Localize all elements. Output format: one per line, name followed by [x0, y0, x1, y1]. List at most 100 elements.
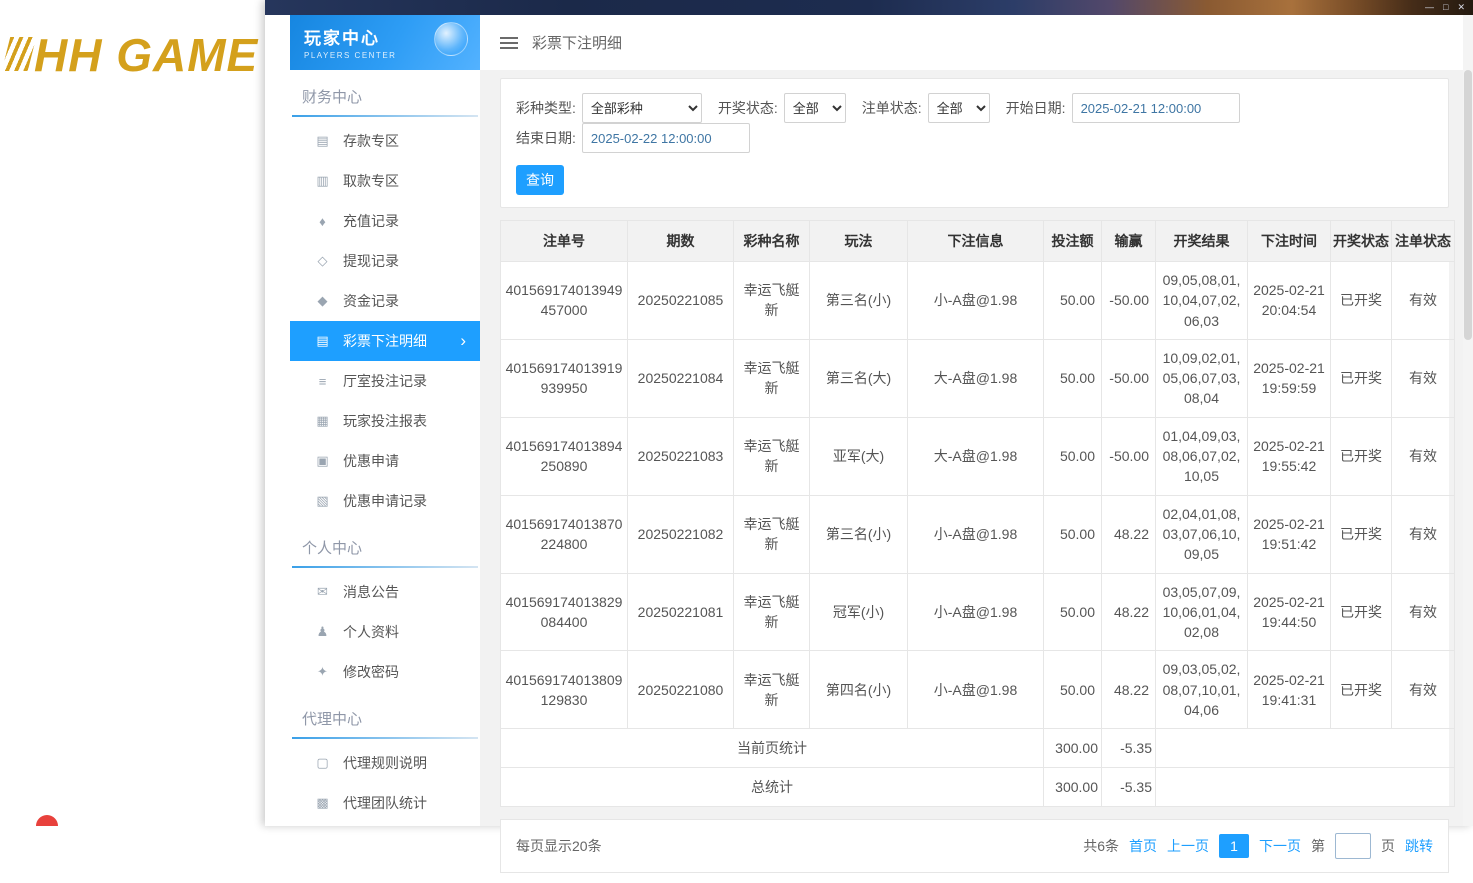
sidebar-section-personal: 个人中心: [302, 540, 363, 557]
order-status-select[interactable]: 全部: [927, 93, 990, 123]
cell-bet-id: 401569174013809129830: [500, 650, 628, 730]
prev-page-link[interactable]: 上一页: [1167, 836, 1209, 856]
sidebar-item-promo-apply-record[interactable]: ▧ 优惠申请记录: [290, 481, 480, 521]
cell-bet-amount: 50.00: [1043, 650, 1102, 730]
cell-draw-status: 已开奖: [1330, 261, 1392, 340]
summary-win-loss-total: -5.35: [1101, 767, 1156, 808]
maximize-icon[interactable]: □: [1443, 1, 1448, 13]
sidebar-item-agent-rules[interactable]: ▢ 代理规则说明: [290, 743, 480, 783]
cell-bet-info: 小-A盘@1.98: [907, 261, 1044, 340]
app-body: 玩家中心 PLAYERS CENTER 财务中心 ▤ 存款专区 ▥ 取款专区 ♦…: [265, 15, 1473, 874]
summary-empty: [1155, 767, 1455, 808]
sidebar-item-label: 修改密码: [343, 664, 399, 680]
summary-empty: [1155, 728, 1455, 769]
cell-lottery-name: 幸运飞艇新: [733, 338, 810, 418]
end-date-input[interactable]: [581, 123, 750, 153]
sidebar-item-change-password[interactable]: ✦ 修改密码: [290, 652, 480, 692]
sidebar-item-deposit-zone[interactable]: ▤ 存款专区: [290, 121, 480, 161]
brand-logo: HH GAME: [1, 28, 258, 82]
page-title: 彩票下注明细: [532, 35, 623, 52]
sidebar-item-announcement[interactable]: ✉ 消息公告: [290, 572, 480, 612]
cell-lottery-name: 幸运飞艇新: [733, 494, 810, 574]
cell-bet-time: 2025-02-21 19:59:59: [1247, 338, 1331, 418]
cell-bet-time: 2025-02-21 19:55:42: [1247, 416, 1331, 496]
cell-period: 20250221080: [627, 650, 734, 730]
player-bet-report-icon: ▦: [316, 413, 329, 428]
col-header-order-status: 注单状态: [1391, 220, 1455, 262]
end-date-filter: 结束日期:: [516, 123, 750, 153]
page-size-text: 每页显示20条: [516, 838, 602, 855]
chevron-right-icon: ›: [460, 331, 466, 350]
table-row: 401569174013829084400 20250221081 幸运飞艇新 …: [500, 572, 1455, 652]
menu-icon[interactable]: [500, 34, 518, 52]
agent-team-stats-icon: ▩: [316, 795, 329, 810]
sidebar-item-withdraw-zone[interactable]: ▥ 取款专区: [290, 161, 480, 201]
sidebar-item-player-bet-report[interactable]: ▦ 玩家投注报表: [290, 401, 480, 441]
lottery-type-select[interactable]: 全部彩种: [581, 93, 702, 123]
withdraw-icon: ▥: [316, 173, 329, 188]
sidebar-item-promo-apply[interactable]: ▣ 优惠申请: [290, 441, 480, 481]
col-header-bet-info: 下注信息: [907, 220, 1044, 262]
close-icon[interactable]: ✕: [1457, 1, 1465, 13]
start-date-input[interactable]: [1071, 93, 1240, 123]
bet-table-panel: 注单号 期数 彩种名称 玩法 下注信息 投注额 输赢 开奖结果 下注时间 开奖状…: [500, 220, 1455, 808]
section-divider: [292, 566, 478, 568]
col-header-lottery-name: 彩种名称: [733, 220, 810, 262]
cell-draw-status: 已开奖: [1330, 494, 1392, 574]
scrollbar[interactable]: [1463, 15, 1473, 826]
window-controls: — □ ✕: [1425, 1, 1465, 13]
current-page-button[interactable]: 1: [1219, 834, 1249, 859]
jump-page-input[interactable]: [1335, 833, 1371, 860]
draw-status-select[interactable]: 全部: [783, 93, 846, 123]
sidebar-item-cashout-record[interactable]: ◇ 提现记录: [290, 241, 480, 281]
scrollbar-thumb[interactable]: [1464, 70, 1472, 340]
table-row: 401569174013919939950 20250221084 幸运飞艇新 …: [500, 338, 1455, 418]
sidebar-item-label: 消息公告: [343, 584, 399, 600]
cell-order-status: 有效: [1391, 416, 1455, 496]
sidebar-item-funds-record[interactable]: ◆ 资金记录: [290, 281, 480, 321]
sidebar-item-agent-team-stats[interactable]: ▩ 代理团队统计: [290, 783, 480, 823]
summary-bet-total: 300.00: [1043, 767, 1102, 808]
col-header-draw-status: 开奖状态: [1330, 220, 1392, 262]
cell-draw-result: 03,05,07,09,10,06,01,04,02,08: [1155, 572, 1248, 652]
hall-bet-record-icon: ≡: [318, 373, 327, 389]
cell-lottery-name: 幸运飞艇新: [733, 261, 810, 340]
lottery-bet-detail-icon: ▤: [316, 333, 329, 348]
main-content: 彩票下注明细 彩种类型: 全部彩种 开奖状态: 全部 注单状态: 全部 开始日期…: [480, 15, 1463, 874]
cell-play-type: 第三名(小): [809, 494, 908, 574]
cell-play-type: 冠军(小): [809, 572, 908, 652]
cell-play-type: 第三名(大): [809, 338, 908, 418]
recharge-record-icon: ♦: [319, 213, 326, 229]
minimize-icon[interactable]: —: [1425, 1, 1434, 13]
jump-link[interactable]: 跳转: [1405, 836, 1433, 856]
sidebar-item-profile[interactable]: ♟ 个人资料: [290, 612, 480, 652]
jump-prefix-text: 第: [1311, 838, 1325, 855]
sidebar-item-label: 个人资料: [343, 624, 399, 640]
cell-bet-info: 小-A盘@1.98: [907, 650, 1044, 730]
cell-bet-time: 2025-02-21 19:44:50: [1247, 572, 1331, 652]
summary-bet-total: 300.00: [1043, 728, 1102, 769]
first-page-link[interactable]: 首页: [1129, 836, 1157, 856]
cell-play-type: 第四名(小): [809, 650, 908, 730]
cell-period: 20250221083: [627, 416, 734, 496]
cell-play-type: 亚军(大): [809, 416, 908, 496]
main-topbar: 彩票下注明细: [480, 15, 1463, 70]
profile-icon: ♟: [316, 624, 329, 639]
bet-table: 注单号 期数 彩种名称 玩法 下注信息 投注额 输赢 开奖结果 下注时间 开奖状…: [500, 220, 1455, 808]
sidebar-item-lottery-bet-detail[interactable]: ▤ 彩票下注明细 ›: [290, 321, 480, 361]
search-button[interactable]: 查询: [516, 165, 564, 195]
sidebar-item-label: 提现记录: [343, 253, 399, 269]
cashout-record-icon: ◇: [317, 253, 328, 268]
next-page-link[interactable]: 下一页: [1259, 836, 1301, 856]
cell-period: 20250221081: [627, 572, 734, 652]
cell-bet-id: 401569174013919939950: [500, 338, 628, 418]
agent-rules-icon: ▢: [316, 755, 329, 770]
sidebar-item-label: 存款专区: [343, 133, 399, 149]
sidebar-item-label: 厅室投注记录: [343, 373, 427, 389]
order-status-label: 注单状态:: [861, 100, 922, 116]
sidebar-item-hall-bet-record[interactable]: ≡ 厅室投注记录: [290, 361, 480, 401]
floating-service-button[interactable]: [36, 815, 58, 826]
sidebar-item-recharge-record[interactable]: ♦ 充值记录: [290, 201, 480, 241]
cell-draw-result: 10,09,02,01,05,06,07,03,08,04: [1155, 338, 1248, 418]
summary-label: 当前页统计: [500, 728, 1044, 769]
